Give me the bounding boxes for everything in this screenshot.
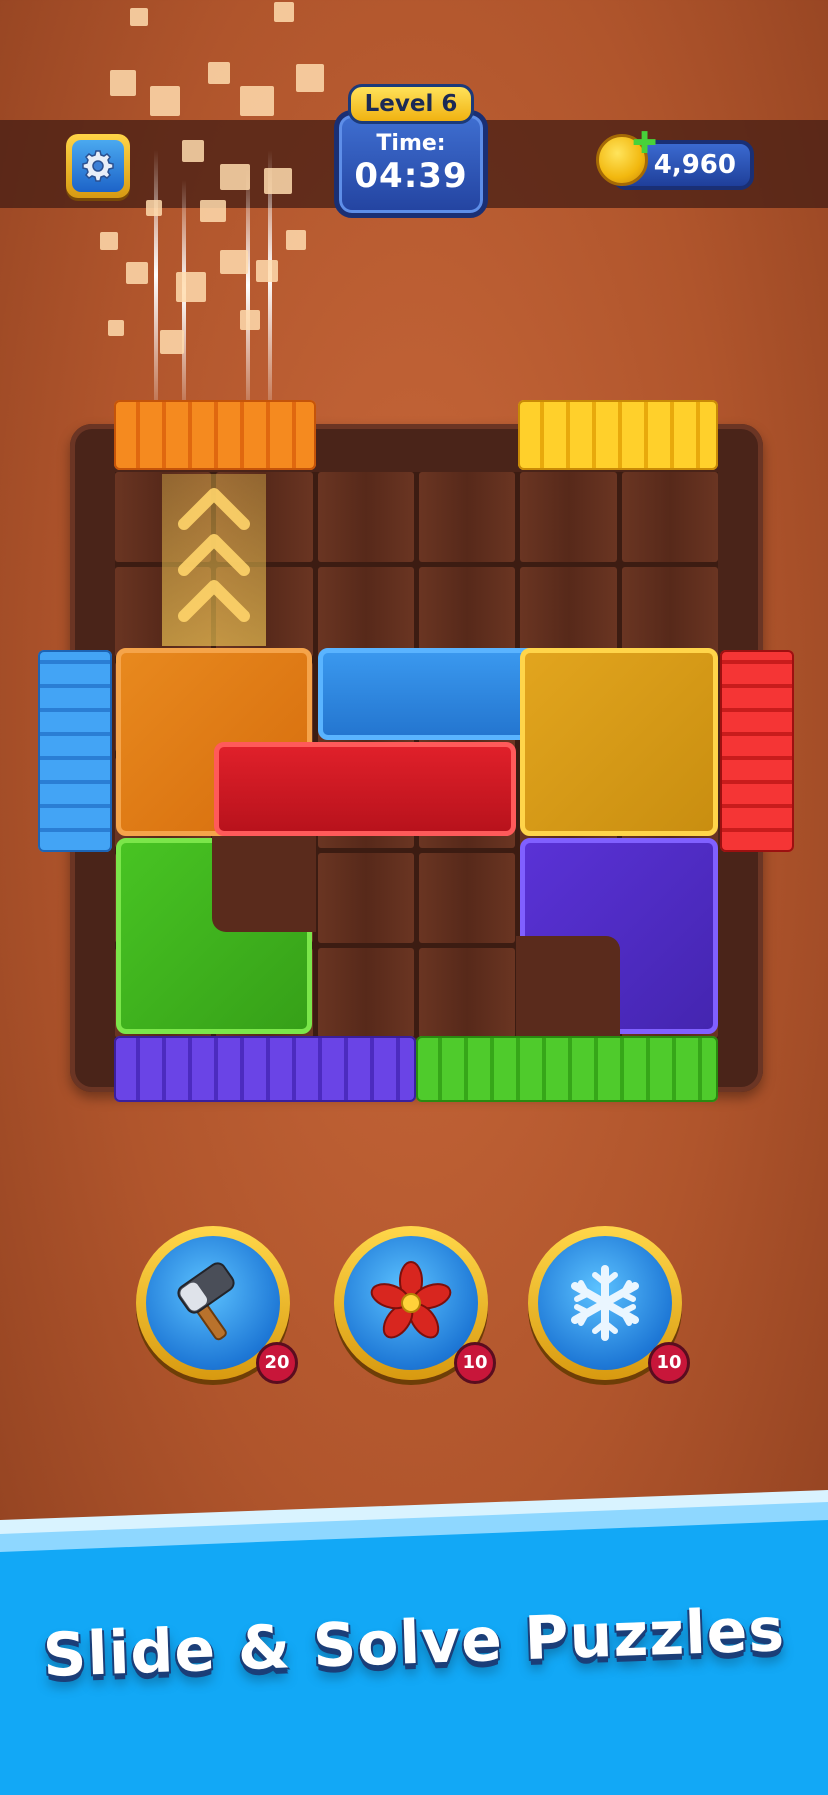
orange-exit-gate [114, 400, 316, 470]
freeze-count-badge: 10 [648, 1342, 690, 1384]
yellow-exit-gate [518, 400, 718, 470]
settings-button[interactable] [66, 134, 130, 198]
purple-block-notch [516, 936, 620, 1036]
green-block-notch [212, 836, 316, 932]
board-cell [317, 852, 414, 943]
particle-effect [90, 0, 350, 400]
time-value: 04:39 [354, 156, 468, 196]
exit-arrow-hint [162, 474, 266, 646]
board-cell [419, 567, 516, 658]
hammer-powerup-button[interactable]: 20 [136, 1226, 298, 1384]
snowflake-icon [571, 1265, 639, 1341]
board-cell [419, 852, 516, 943]
gear-icon [72, 140, 124, 192]
fan-icon [370, 1261, 452, 1339]
board-cell [419, 472, 516, 563]
fan-count-badge: 10 [454, 1342, 496, 1384]
board-cell [317, 567, 414, 658]
hammer-icon [177, 1262, 235, 1341]
green-exit-gate [416, 1036, 718, 1102]
time-label: Time: [376, 131, 446, 156]
red-block[interactable] [214, 742, 516, 836]
board-cell [419, 947, 516, 1038]
plus-icon[interactable]: ✚ [632, 126, 657, 161]
purple-exit-gate [114, 1036, 416, 1102]
red-exit-gate [720, 650, 794, 852]
hammer-count-badge: 20 [256, 1342, 298, 1384]
board-cell [317, 472, 414, 563]
level-timer-panel: Time: 04:39 Level 6 [334, 84, 488, 218]
yellow-block-cutout [516, 644, 618, 742]
board-cell [621, 472, 718, 563]
powerup-bar: 20 10 10 [136, 1226, 692, 1386]
level-label: Level 6 [348, 84, 474, 124]
board-cell [317, 947, 414, 1038]
fan-powerup-button[interactable]: 10 [334, 1226, 496, 1384]
freeze-powerup-button[interactable]: 10 [528, 1226, 690, 1384]
timer-box: Time: 04:39 [334, 110, 488, 218]
board-cell [520, 472, 617, 563]
blue-exit-gate [38, 650, 112, 852]
board-cell [621, 567, 718, 658]
chevron-up-icon [178, 488, 250, 622]
